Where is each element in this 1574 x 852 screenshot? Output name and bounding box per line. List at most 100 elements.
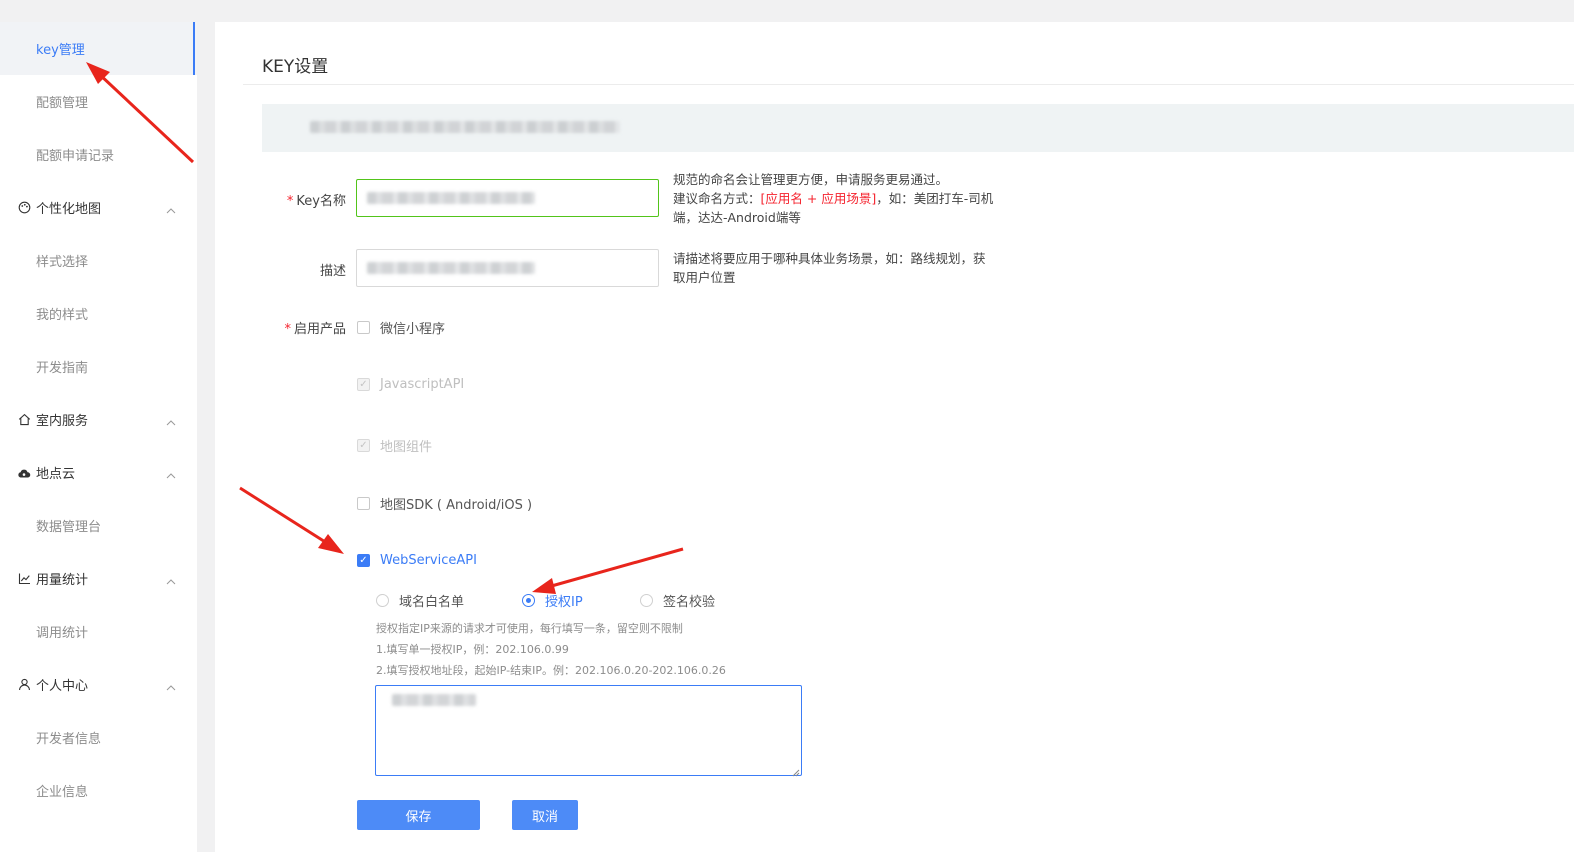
description-hint: 请描述将要应用于哪种具体业务场景，如：路线规划，获 取用户位置 bbox=[673, 249, 1018, 287]
sidebar-group-usage-stats[interactable]: 用量统计 bbox=[0, 552, 197, 605]
notice-bar bbox=[262, 104, 1574, 152]
home-icon bbox=[17, 413, 31, 427]
radio-authorized-ip[interactable]: 授权IP bbox=[522, 591, 583, 610]
sidebar-item-company-info[interactable]: 企业信息 bbox=[0, 764, 197, 817]
chevron-up-icon bbox=[166, 680, 176, 695]
radio-domain-whitelist[interactable]: 域名白名单 bbox=[376, 591, 464, 610]
ip-help-text: 授权指定IP来源的请求才可使用，每行填写一条，留空则不限制 1.填写单一授权IP… bbox=[376, 618, 726, 681]
help-line: 2.填写授权地址段，起始IP-结束IP。例：202.106.0.20-202.1… bbox=[376, 664, 726, 677]
product-wechat-miniprogram[interactable]: 微信小程序 bbox=[357, 318, 445, 337]
checkbox[interactable] bbox=[357, 497, 370, 510]
checkbox[interactable]: ✓ bbox=[357, 554, 370, 567]
required-mark: * bbox=[286, 194, 294, 209]
sidebar-group-label: 室内服务 bbox=[36, 414, 89, 429]
sidebar-item-label: key管理 bbox=[36, 43, 85, 58]
key-name-label-text: Key名称 bbox=[296, 194, 346, 209]
radio-label: 域名白名单 bbox=[399, 595, 465, 610]
sidebar-item-label: 企业信息 bbox=[36, 785, 89, 800]
sidebar-group-label: 地点云 bbox=[36, 467, 76, 482]
sidebar-group-label: 用量统计 bbox=[36, 573, 89, 588]
checkbox-label: JavascriptAPI bbox=[380, 377, 465, 392]
hint-text: ，如：美团打车-司机 bbox=[876, 191, 994, 206]
title-divider bbox=[243, 84, 1574, 85]
user-icon bbox=[17, 678, 31, 692]
redacted-text bbox=[310, 121, 620, 133]
checkbox-label: 地图组件 bbox=[380, 440, 433, 455]
checkbox-label: 地图SDK ( Android/iOS ) bbox=[380, 498, 533, 513]
sidebar-item-dev-guide[interactable]: 开发指南 bbox=[0, 340, 197, 393]
sidebar-item-label: 调用统计 bbox=[36, 626, 89, 641]
sidebar-item-label: 数据管理台 bbox=[36, 520, 102, 535]
product-map-component: ✓ 地图组件 bbox=[357, 436, 432, 455]
description-input[interactable] bbox=[356, 249, 659, 287]
sidebar-item-label: 配额申请记录 bbox=[36, 149, 115, 164]
hint-line: 取用户位置 bbox=[673, 270, 736, 285]
radio-signature-check[interactable]: 签名校验 bbox=[640, 591, 715, 610]
hint-line: 规范的命名会让管理更方便，申请服务更易通过。 bbox=[673, 172, 949, 187]
product-map-sdk[interactable]: 地图SDK ( Android/iOS ) bbox=[357, 494, 532, 513]
chevron-up-icon bbox=[166, 415, 176, 430]
radio-button[interactable] bbox=[376, 594, 389, 607]
page-title: KEY设置 bbox=[262, 57, 329, 77]
sidebar-group-indoor[interactable]: 室内服务 bbox=[0, 393, 197, 446]
redacted-text bbox=[392, 694, 476, 706]
hint-line: 端，达达-Android端等 bbox=[673, 210, 801, 225]
sidebar-group-place-cloud[interactable]: 地点云 bbox=[0, 446, 197, 499]
chevron-up-icon bbox=[166, 574, 176, 589]
help-line: 授权指定IP来源的请求才可使用，每行填写一条，留空则不限制 bbox=[376, 622, 683, 635]
radio-button[interactable] bbox=[640, 594, 653, 607]
hint-line: 建议命名方式：[应用名 + 应用场景]，如：美团打车-司机 bbox=[673, 189, 1023, 208]
key-name-label: * Key名称 bbox=[285, 190, 346, 209]
sidebar-item-style-select[interactable]: 样式选择 bbox=[0, 234, 197, 287]
sidebar-group-label: 个人中心 bbox=[36, 679, 89, 694]
checkbox-label: 微信小程序 bbox=[380, 322, 446, 337]
description-label: 描述 bbox=[319, 264, 346, 279]
sidebar-item-label: 样式选择 bbox=[36, 255, 89, 270]
hint-text: 建议命名方式： bbox=[673, 191, 761, 206]
products-label-text: 启用产品 bbox=[293, 322, 346, 337]
checkbox[interactable] bbox=[357, 321, 370, 334]
redacted-text bbox=[367, 192, 535, 204]
resize-handle-icon[interactable] bbox=[792, 766, 800, 777]
sidebar-item-developer-info[interactable]: 开发者信息 bbox=[0, 711, 197, 764]
redacted-text bbox=[367, 262, 535, 274]
sidebar-group-personal-center[interactable]: 个人中心 bbox=[0, 658, 197, 711]
products-label: * 启用产品 bbox=[275, 318, 346, 337]
save-button[interactable]: 保存 bbox=[357, 800, 480, 830]
sidebar-group-label: 个性化地图 bbox=[36, 202, 102, 217]
sidebar-item-data-console[interactable]: 数据管理台 bbox=[0, 499, 197, 552]
radio-label: 签名校验 bbox=[663, 595, 716, 610]
cloud-icon bbox=[17, 466, 31, 480]
hint-line: 请描述将要应用于哪种具体业务场景，如：路线规划，获 bbox=[673, 251, 986, 266]
main-panel: KEY设置 * Key名称 规范的命名会让管理更方便，申请服务更易通过。 建议命名… bbox=[215, 22, 1574, 852]
chevron-up-icon bbox=[166, 468, 176, 483]
palette-icon bbox=[17, 201, 31, 215]
required-mark: * bbox=[284, 322, 291, 337]
sidebar-group-custom-map[interactable]: 个性化地图 bbox=[0, 181, 197, 234]
product-webservice-api[interactable]: ✓ WebServiceAPI bbox=[357, 553, 477, 568]
radio-button[interactable] bbox=[522, 594, 535, 607]
sidebar-item-key-manage[interactable]: key管理 bbox=[0, 22, 197, 75]
key-name-input[interactable] bbox=[356, 179, 659, 217]
sidebar-item-label: 开发指南 bbox=[36, 361, 89, 376]
checkbox: ✓ bbox=[357, 378, 370, 391]
sidebar-item-label: 我的样式 bbox=[36, 308, 89, 323]
cancel-button[interactable]: 取消 bbox=[512, 800, 578, 830]
checkbox-label: WebServiceAPI bbox=[380, 553, 477, 568]
sidebar-item-quota-records[interactable]: 配额申请记录 bbox=[0, 128, 197, 181]
help-line: 1.填写单一授权IP，例：202.106.0.99 bbox=[376, 643, 569, 656]
sidebar: key管理 配额管理 配额申请记录 个性化地图 样式选择 我的样式 开发指南 室… bbox=[0, 22, 197, 852]
line-chart-icon bbox=[17, 572, 31, 586]
key-name-hint: 规范的命名会让管理更方便，申请服务更易通过。 建议命名方式：[应用名 + 应用场… bbox=[673, 170, 1023, 227]
radio-label: 授权IP bbox=[545, 595, 583, 610]
sidebar-item-label: 开发者信息 bbox=[36, 732, 102, 747]
ip-textarea[interactable] bbox=[375, 685, 802, 777]
sidebar-item-call-stats[interactable]: 调用统计 bbox=[0, 605, 197, 658]
chevron-up-icon bbox=[166, 203, 176, 218]
checkbox: ✓ bbox=[357, 439, 370, 452]
sidebar-item-quota-manage[interactable]: 配额管理 bbox=[0, 75, 197, 128]
hint-highlight: [应用名 + 应用场景] bbox=[760, 191, 877, 206]
product-javascript-api: ✓ JavascriptAPI bbox=[357, 377, 464, 392]
sidebar-item-my-styles[interactable]: 我的样式 bbox=[0, 287, 197, 340]
sidebar-item-label: 配额管理 bbox=[36, 96, 89, 111]
